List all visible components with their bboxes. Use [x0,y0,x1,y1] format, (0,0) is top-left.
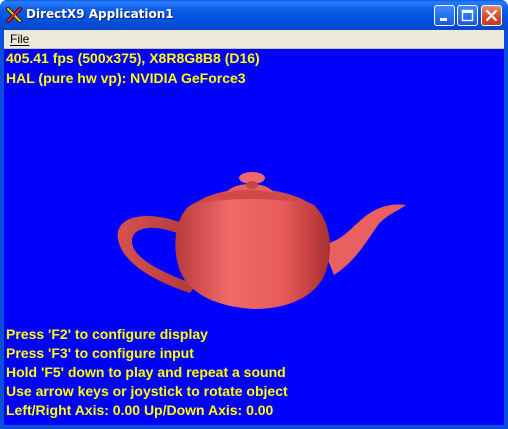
window-border-right[interactable] [504,30,508,429]
menu-bar: File [4,30,504,49]
window-title: DirectX9 Application1 [26,7,174,21]
help-text-rotate: Use arrow keys or joystick to rotate obj… [6,383,288,399]
close-button[interactable] [481,5,502,26]
help-text-f3: Press 'F3' to configure input [6,345,194,361]
menu-file[interactable]: File [10,32,29,46]
window-border-bottom[interactable] [0,425,508,429]
axis-readout-text: Left/Right Axis: 0.00 Up/Down Axis: 0.00 [6,402,274,418]
render-viewport[interactable]: 405.41 fps (500x375), X8R8G8B8 (D16) HAL… [4,49,504,425]
fps-stats-text: 405.41 fps (500x375), X8R8G8B8 (D16) [6,50,260,66]
teapot-spout [322,204,406,275]
close-icon [485,9,498,22]
teapot-body [175,193,330,309]
help-text-f2: Press 'F2' to configure display [6,326,208,342]
minimize-button[interactable] [434,5,455,26]
help-text-f5: Hold 'F5' down to play and repeat a soun… [6,364,286,380]
maximize-button[interactable] [457,5,478,26]
minimize-icon [440,18,447,21]
title-bar[interactable]: DirectX9 Application1 [0,0,508,30]
device-stats-text: HAL (pure hw vp): NVIDIA GeForce3 [6,70,246,86]
application-window: DirectX9 Application1 File 405.41 fps (5… [0,0,508,429]
directx-x-icon[interactable] [6,7,22,23]
maximize-icon [461,9,474,22]
